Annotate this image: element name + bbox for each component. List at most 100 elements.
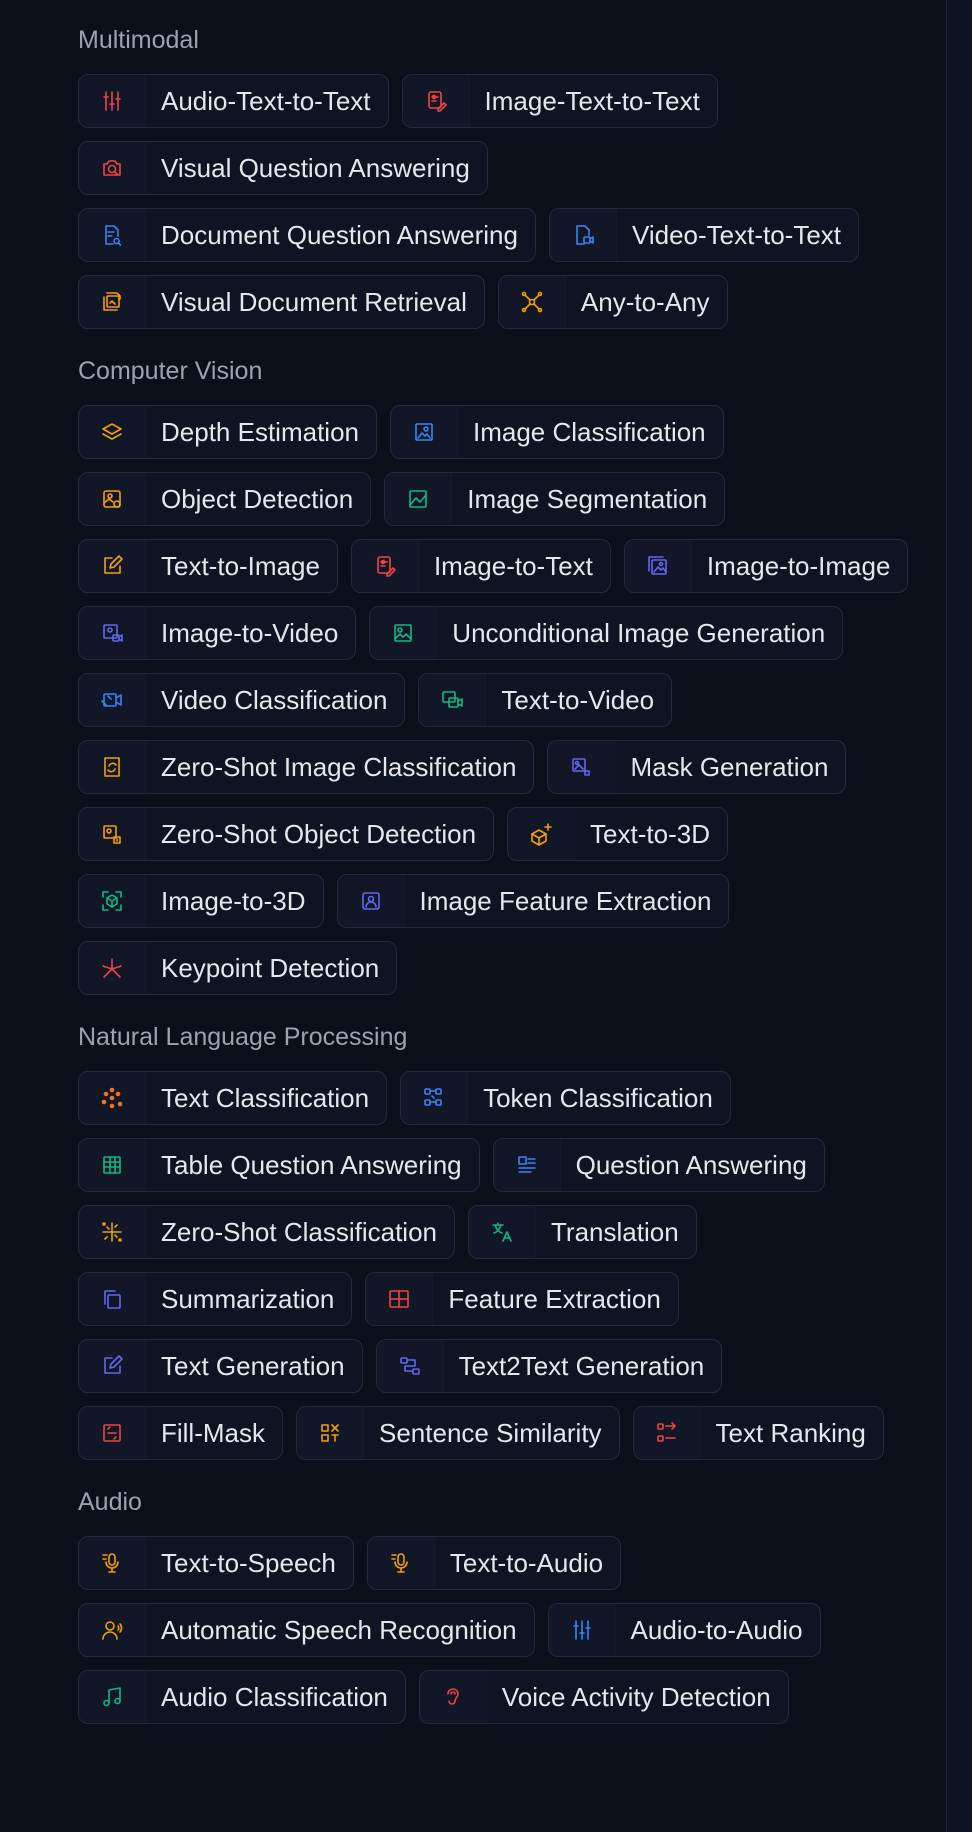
cube-plus-icon <box>508 808 576 860</box>
section-audio: Audio Text-to-Speech Text-to-Audio Automati… <box>78 1487 938 1724</box>
task-chip-label: Video Classification <box>161 685 388 715</box>
task-chip-label: Question Answering <box>575 1150 807 1180</box>
task-categories-list: Multimodal Audio-Text-to-Text Image-Text-t… <box>78 0 938 1724</box>
cube-frame-icon <box>79 875 146 927</box>
task-chip-label: Image-to-Text <box>433 551 593 581</box>
task-chip-zero-shot-classification[interactable]: Zero-Shot Classification <box>78 1205 455 1259</box>
task-chip-text-ranking[interactable]: Text Ranking <box>632 1406 884 1460</box>
task-chip-label: Summarization <box>161 1284 335 1314</box>
dots-icon <box>79 1072 146 1124</box>
task-chip-any-to-any[interactable]: Any-to-Any <box>497 275 728 329</box>
task-chip-label: Video-Text-to-Text <box>631 220 842 250</box>
task-chip-text-to-video[interactable]: Text-to-Video <box>418 673 673 727</box>
task-chip-label: Token Classification <box>483 1083 713 1113</box>
image-classify-icon <box>390 406 458 458</box>
image-detect-icon <box>79 473 146 525</box>
section-computer-vision: Computer Vision Depth Estimation Image Cla… <box>78 356 938 995</box>
document-search-icon <box>79 209 146 261</box>
task-chip-audio-classification[interactable]: Audio Classification <box>78 1670 406 1724</box>
section-title: Natural Language Processing <box>78 1023 408 1051</box>
task-chip-audio-text-to-text[interactable]: Audio-Text-to-Text <box>78 74 389 128</box>
task-chip-video-classification[interactable]: Video Classification <box>78 673 406 727</box>
task-chip-visual-question-answering[interactable]: Visual Question Answering <box>78 141 488 195</box>
table-icon <box>79 1139 146 1191</box>
task-chip-token-classification[interactable]: Token Classification <box>400 1071 731 1125</box>
task-chip-label: Text2Text Generation <box>458 1351 705 1381</box>
task-chip-image-classification[interactable]: Image Classification <box>389 405 724 459</box>
task-chip-keypoint-detection[interactable]: Keypoint Detection <box>78 941 398 995</box>
section-title: Multimodal <box>78 26 199 54</box>
speaker-person-icon <box>79 1604 146 1656</box>
task-chip-object-detection[interactable]: Object Detection <box>78 472 372 526</box>
task-chip-zero-shot-image-classification[interactable]: Zero-Shot Image Classification <box>78 740 535 794</box>
task-chip-fill-mask[interactable]: Fill-Mask <box>78 1406 283 1460</box>
task-chip-image-to-image[interactable]: Image-to-Image <box>623 539 909 593</box>
task-chip-text-classification[interactable]: Text Classification <box>78 1071 388 1125</box>
task-chip-text-to-3d[interactable]: Text-to-3D <box>507 807 728 861</box>
task-chip-label: Document Question Answering <box>161 220 518 250</box>
pencil-square-icon <box>79 540 146 592</box>
sliders-icon <box>548 1604 616 1656</box>
task-chip-list: Text Classification Token Classification T… <box>78 1071 938 1460</box>
task-chip-text-to-speech[interactable]: Text-to-Speech <box>78 1536 354 1590</box>
task-chip-voice-activity-detection[interactable]: Voice Activity Detection <box>418 1670 789 1724</box>
task-chip-summarization[interactable]: Summarization <box>78 1272 353 1326</box>
task-chip-zero-shot-object-detection[interactable]: Zero-Shot Object Detection <box>78 807 495 861</box>
task-chip-label: Image-to-3D <box>161 886 306 916</box>
task-chip-audio-to-audio[interactable]: Audio-to-Audio <box>547 1603 821 1657</box>
task-categories-panel: Multimodal Audio-Text-to-Text Image-Text-t… <box>0 0 946 1832</box>
task-chip-label: Image Classification <box>472 417 706 447</box>
task-chip-label: Text-to-Speech <box>161 1548 336 1578</box>
image-icon <box>370 607 438 659</box>
document-retrieval-icon <box>79 276 146 328</box>
sparkle-grid-icon <box>79 1206 146 1258</box>
task-chip-text2text-generation[interactable]: Text2Text Generation <box>375 1339 723 1393</box>
task-chip-label: Depth Estimation <box>161 417 359 447</box>
task-chip-label: Any-to-Any <box>580 287 710 317</box>
task-chip-label: Image-to-Video <box>161 618 339 648</box>
task-chip-feature-extraction[interactable]: Feature Extraction <box>365 1272 679 1326</box>
sliders-icon <box>79 75 146 127</box>
section-title: Computer Vision <box>78 357 263 385</box>
task-chip-text-to-audio[interactable]: Text-to-Audio <box>366 1536 622 1590</box>
camera-search-icon <box>79 142 146 194</box>
frame-refresh-icon <box>79 741 146 793</box>
task-chip-video-text-to-text[interactable]: Video-Text-to-Text <box>548 208 860 262</box>
task-chip-image-to-3d[interactable]: Image-to-3D <box>78 874 324 928</box>
microphone-text-icon <box>367 1537 435 1589</box>
task-chip-depth-estimation[interactable]: Depth Estimation <box>78 405 377 459</box>
layers-icon <box>79 406 146 458</box>
task-chip-table-question-answering[interactable]: Table Question Answering <box>78 1138 480 1192</box>
task-chip-image-feature-extraction[interactable]: Image Feature Extraction <box>336 874 730 928</box>
task-chip-label: Audio Classification <box>161 1682 388 1712</box>
task-chip-text-generation[interactable]: Text Generation <box>78 1339 363 1393</box>
task-chip-label: Text Ranking <box>715 1418 866 1448</box>
task-chip-question-answering[interactable]: Question Answering <box>492 1138 825 1192</box>
task-chip-unconditional-image-generation[interactable]: Unconditional Image Generation <box>369 606 844 660</box>
task-chip-mask-generation[interactable]: Mask Generation <box>547 740 847 794</box>
task-chip-automatic-speech-recognition[interactable]: Automatic Speech Recognition <box>78 1603 535 1657</box>
task-chip-image-text-to-text[interactable]: Image-Text-to-Text <box>401 74 718 128</box>
task-chip-document-question-answering[interactable]: Document Question Answering <box>78 208 536 262</box>
copy-icon <box>79 1273 146 1325</box>
task-chip-label: Text-to-Image <box>161 551 320 581</box>
task-chip-visual-document-retrieval[interactable]: Visual Document Retrieval <box>78 275 485 329</box>
task-chip-translation[interactable]: Translation <box>468 1205 697 1259</box>
task-chip-image-to-text[interactable]: Image-to-Text <box>350 539 611 593</box>
image-segment-icon <box>385 473 453 525</box>
task-chip-label: Keypoint Detection <box>161 953 380 983</box>
task-chip-list: Depth Estimation Image Classification Obje… <box>78 405 938 995</box>
fill-mask-icon <box>79 1407 146 1459</box>
task-chip-label: Zero-Shot Object Detection <box>161 819 477 849</box>
flow-icon <box>376 1340 444 1392</box>
image-user-icon <box>337 875 405 927</box>
zero-shot-detect-icon <box>79 808 146 860</box>
pencil-square-icon <box>79 1340 146 1392</box>
task-chip-image-to-video[interactable]: Image-to-Video <box>78 606 357 660</box>
task-chip-label: Table Question Answering <box>161 1150 462 1180</box>
task-chip-label: Text Generation <box>161 1351 345 1381</box>
microphone-text-icon <box>79 1537 146 1589</box>
task-chip-text-to-image[interactable]: Text-to-Image <box>78 539 338 593</box>
task-chip-sentence-similarity[interactable]: Sentence Similarity <box>296 1406 620 1460</box>
task-chip-image-segmentation[interactable]: Image Segmentation <box>384 472 726 526</box>
